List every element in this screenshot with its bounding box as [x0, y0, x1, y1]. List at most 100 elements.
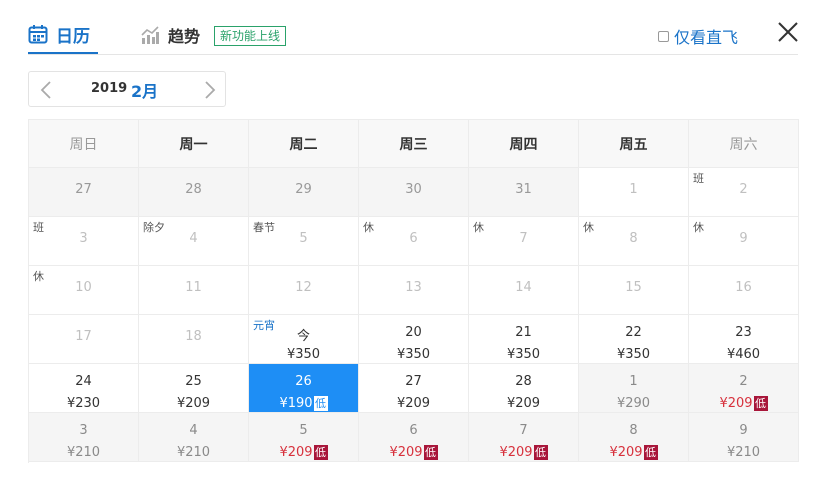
day-number: 8: [629, 231, 638, 246]
price-value: ¥460: [726, 346, 761, 362]
low-price-badge: 低: [753, 395, 768, 411]
day-number: 2: [739, 374, 748, 389]
day-cell[interactable]: 23 ¥460: [689, 315, 799, 364]
day-number: 2: [739, 182, 748, 197]
price-row: ¥209 低: [469, 444, 578, 460]
day-cell: 15: [579, 266, 689, 315]
day-number: 16: [735, 280, 752, 295]
close-icon: [778, 22, 798, 42]
day-number: 6: [409, 231, 418, 246]
price-value: ¥350: [286, 346, 321, 362]
low-price-badge: 低: [313, 444, 328, 460]
price-value: ¥350: [506, 346, 541, 362]
day-number: 7: [519, 231, 528, 246]
day-number: 17: [75, 329, 92, 344]
weekday-label: 周六: [729, 137, 758, 153]
low-price-badge: 低: [423, 444, 438, 460]
day-cell: 春节 5: [249, 217, 359, 266]
direct-only-label: 仅看直飞: [674, 28, 739, 47]
price-row: ¥209 低: [359, 444, 468, 460]
weekday-header: 周一: [139, 120, 249, 168]
day-cell[interactable]: 9 ¥210: [689, 413, 799, 462]
month-selector: 2019 2月: [28, 71, 226, 107]
day-cell[interactable]: 28 ¥209: [469, 364, 579, 413]
tab-trend[interactable]: 趋势: [140, 22, 200, 48]
tab-calendar[interactable]: 日历: [28, 20, 90, 48]
day-number: 3: [79, 423, 88, 438]
day-number: 3: [79, 231, 88, 246]
price-row: ¥350: [579, 346, 688, 362]
price-row: ¥209: [469, 395, 578, 411]
day-cell[interactable]: 27 ¥209: [359, 364, 469, 413]
trend-chart-icon: [140, 25, 160, 45]
day-cell: 1: [579, 168, 689, 217]
day-number: 4: [189, 231, 198, 246]
low-price-badge: 低: [313, 395, 328, 411]
price-row: ¥290: [579, 395, 688, 411]
day-cell[interactable]: 22 ¥350: [579, 315, 689, 364]
day-cell[interactable]: 1 ¥290: [579, 364, 689, 413]
direct-only-toggle[interactable]: 仅看直飞: [658, 26, 739, 47]
tab-trend-label: 趋势: [168, 27, 201, 46]
day-cell[interactable]: 元宵今 ¥350: [249, 315, 359, 364]
month-year: 2019: [91, 81, 128, 96]
weekday-label: 周二: [289, 137, 318, 153]
price-value: ¥209: [499, 444, 533, 460]
day-cell: 27: [29, 168, 139, 217]
price-value: ¥210: [726, 444, 761, 460]
day-number: 8: [629, 423, 638, 438]
new-feature-badge: 新功能上线: [214, 26, 287, 46]
day-cell[interactable]: 21 ¥350: [469, 315, 579, 364]
day-number: 7: [519, 423, 528, 438]
day-cell[interactable]: 24 ¥230: [29, 364, 139, 413]
price-row: ¥190 低: [249, 395, 358, 411]
price-value: ¥230: [66, 395, 101, 411]
day-cell[interactable]: 2 ¥209 低: [689, 364, 799, 413]
prev-month-button[interactable]: [35, 78, 57, 102]
header-divider: [28, 54, 798, 55]
day-cell[interactable]: 8 ¥209 低: [579, 413, 689, 462]
day-cell: 休8: [579, 217, 689, 266]
low-price-badge: 低: [643, 444, 658, 460]
day-cell: 17: [29, 315, 139, 364]
day-cell[interactable]: 20 ¥350: [359, 315, 469, 364]
day-cell: 休6: [359, 217, 469, 266]
day-cell: 休9: [689, 217, 799, 266]
weekday-header: 周四: [469, 120, 579, 168]
day-number: 23: [735, 325, 752, 340]
day-cell[interactable]: 5 ¥209 低: [249, 413, 359, 462]
day-number: 22: [625, 325, 642, 340]
day-cell: 休 10: [29, 266, 139, 315]
day-number: 29: [295, 182, 312, 197]
weekday-label: 周三: [399, 137, 428, 153]
low-price-badge: 低: [533, 444, 548, 460]
price-row: ¥209: [359, 395, 468, 411]
day-number: 1: [629, 374, 638, 389]
day-cell: 29: [249, 168, 359, 217]
day-cell: 13: [359, 266, 469, 315]
price-value: ¥210: [176, 444, 211, 460]
day-cell-selected[interactable]: 26 ¥190 低: [249, 364, 359, 413]
direct-only-checkbox[interactable]: [658, 30, 669, 42]
day-number: 31: [515, 182, 532, 197]
price-row: ¥209: [139, 395, 248, 411]
month-name: 2月: [131, 82, 159, 101]
day-cell[interactable]: 3 ¥210: [29, 413, 139, 462]
day-number: 28: [185, 182, 202, 197]
day-cell: 11: [139, 266, 249, 315]
price-row: ¥460: [689, 346, 798, 362]
price-value: ¥209: [719, 395, 753, 411]
price-value: ¥190: [279, 395, 313, 411]
day-number: 25: [185, 374, 202, 389]
day-cell[interactable]: 7 ¥209 低: [469, 413, 579, 462]
day-number: 15: [625, 280, 642, 295]
day-cell[interactable]: 25 ¥209: [139, 364, 249, 413]
weekday-label: 周一: [179, 137, 208, 153]
close-button[interactable]: [776, 20, 800, 44]
day-cell[interactable]: 4 ¥210: [139, 413, 249, 462]
day-cell[interactable]: 6 ¥209 低: [359, 413, 469, 462]
next-month-button[interactable]: [199, 78, 221, 102]
day-number: 20: [405, 325, 422, 340]
day-number: 27: [405, 374, 422, 389]
price-value: ¥350: [616, 346, 651, 362]
